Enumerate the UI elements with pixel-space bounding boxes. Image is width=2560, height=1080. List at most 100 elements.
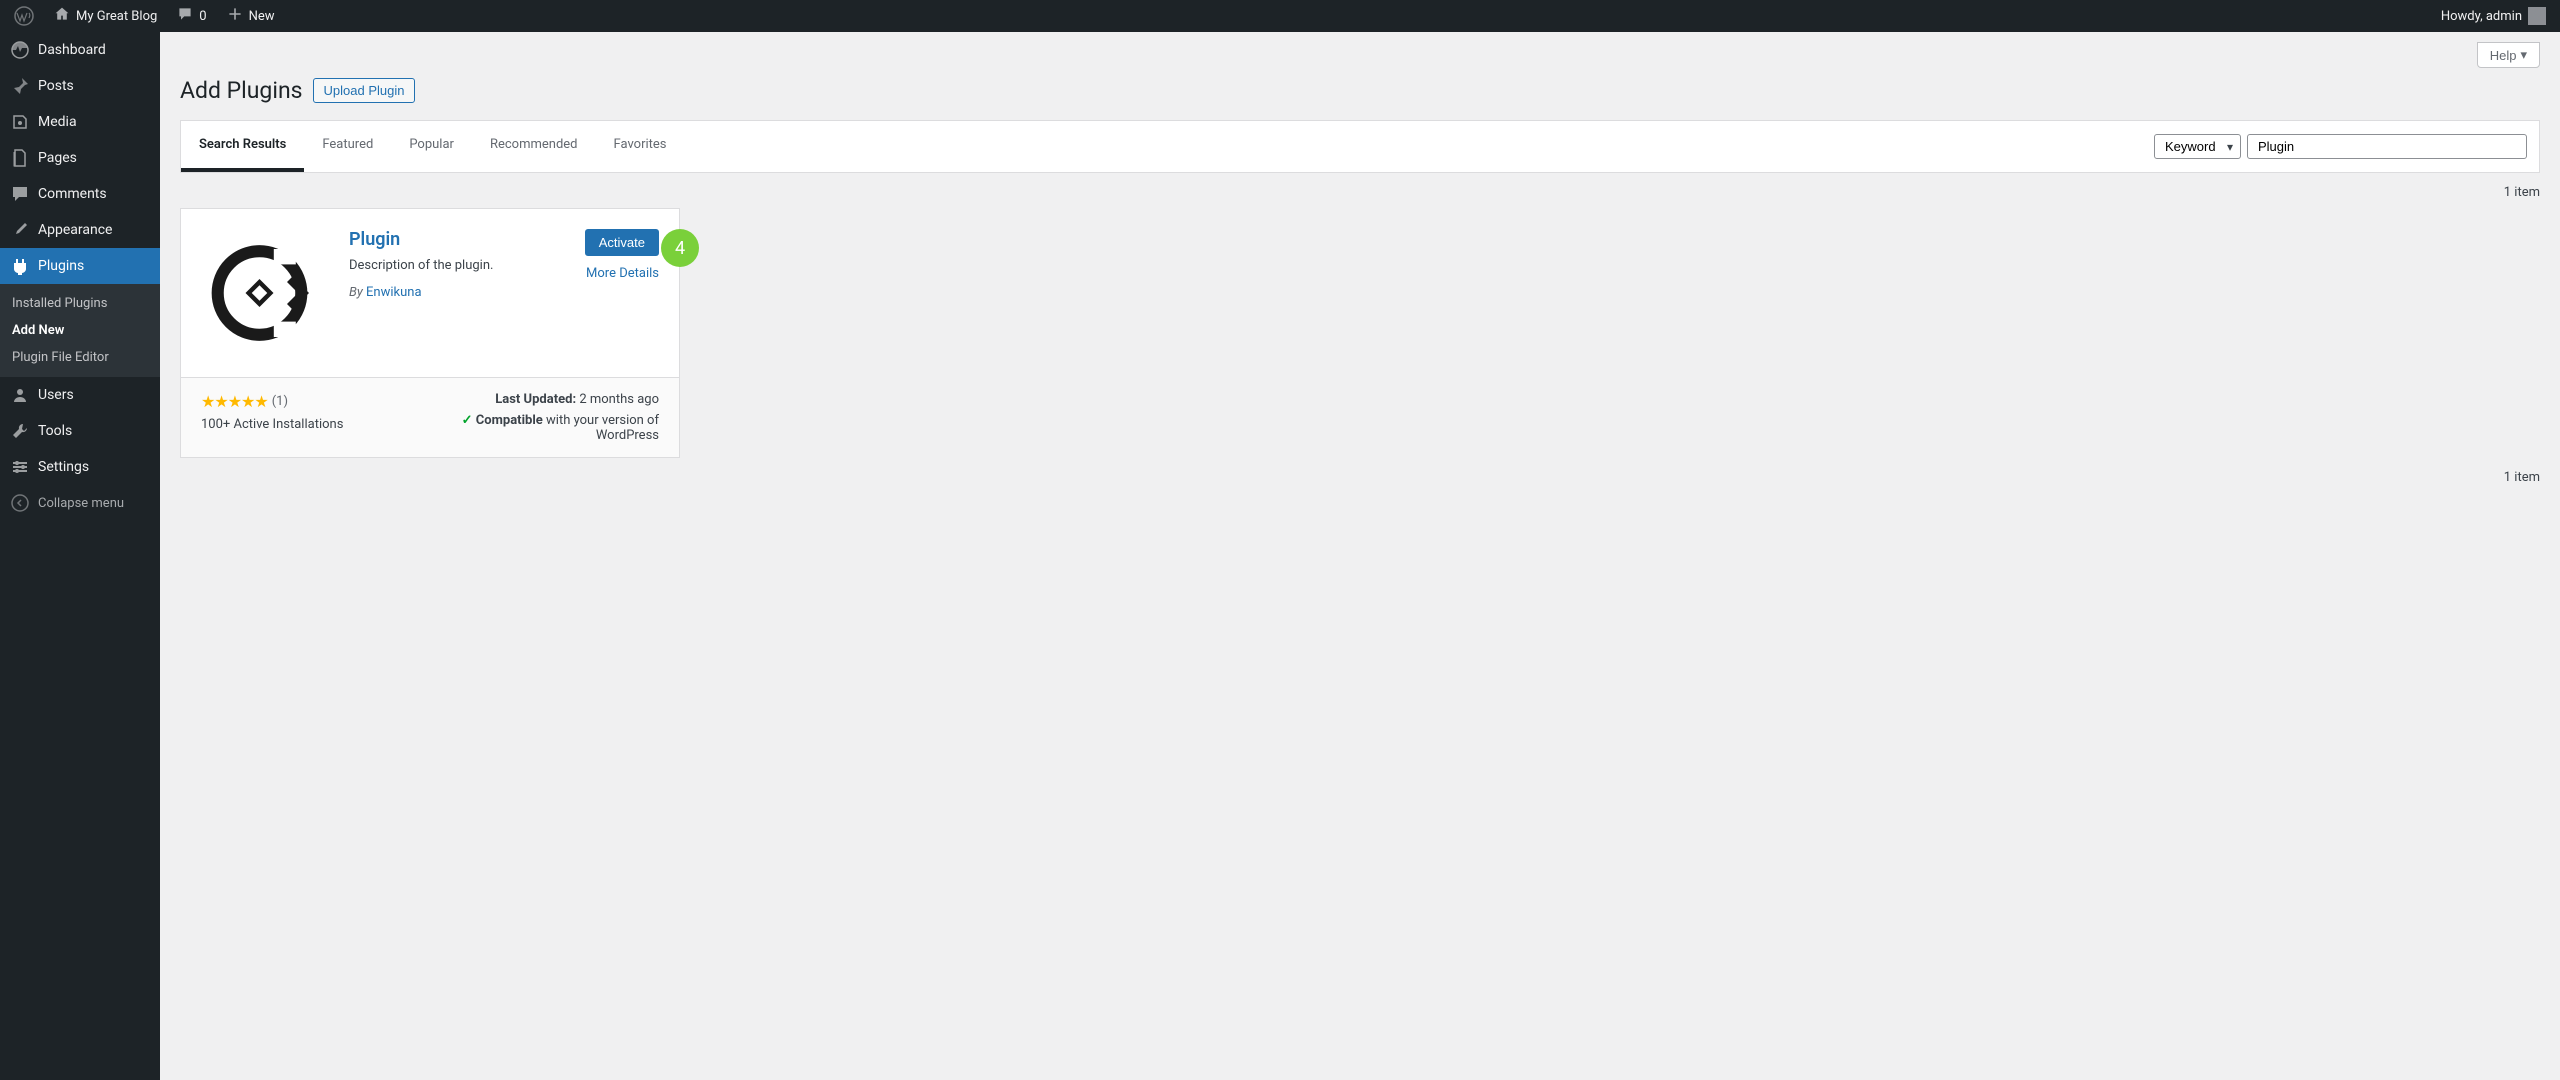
tab-featured[interactable]: Featured <box>304 121 391 172</box>
sidebar-label: Appearance <box>38 222 112 238</box>
plugin-description: Description of the plugin. <box>349 258 565 273</box>
tools-icon <box>10 421 30 441</box>
site-name: My Great Blog <box>76 9 157 24</box>
sidebar-item-tools[interactable]: Tools <box>0 413 160 449</box>
home-icon <box>54 6 70 26</box>
updated-label: Last Updated: <box>495 392 576 407</box>
compat-text: with your version of WordPress <box>543 413 659 443</box>
item-count-top: 1 item <box>160 173 2560 208</box>
avatar <box>2528 7 2546 25</box>
search-type-select[interactable]: Keyword <box>2154 134 2241 159</box>
sidebar-item-plugins[interactable]: Plugins <box>0 248 160 284</box>
account-link[interactable]: Howdy, admin <box>2433 0 2554 32</box>
check-icon: ✓ <box>462 413 473 428</box>
sidebar-item-posts[interactable]: Posts <box>0 68 160 104</box>
active-installations: 100+ Active Installations <box>201 417 343 432</box>
admin-bar: My Great Blog 0 New Howdy, admin <box>0 0 2560 32</box>
sidebar-label: Posts <box>38 78 74 94</box>
main-content: Help ▾ Add Plugins Upload Plugin Search … <box>160 32 2560 493</box>
compat-label: Compatible <box>476 413 543 428</box>
card-bottom-left: ★★★★★ (1) 100+ Active Installations <box>201 392 343 443</box>
site-name-link[interactable]: My Great Blog <box>46 0 165 32</box>
sidebar-item-appearance[interactable]: Appearance <box>0 212 160 248</box>
plugin-logo <box>201 229 329 357</box>
sidebar-label: Users <box>38 387 74 403</box>
tab-search-results[interactable]: Search Results <box>181 121 304 172</box>
collapse-menu[interactable]: Collapse menu <box>0 485 160 521</box>
pages-icon <box>10 148 30 168</box>
plugin-grid: 4 Plugin Description of the plugin. <box>160 208 2560 458</box>
plugin-info: Plugin Description of the plugin. By Enw… <box>349 229 565 357</box>
by-text: By <box>349 285 366 300</box>
compatibility: ✓ Compatible with your version of WordPr… <box>459 413 659 443</box>
comments-link[interactable]: 0 <box>169 0 214 32</box>
comments-count: 0 <box>199 9 206 24</box>
howdy-text: Howdy, admin <box>2441 9 2522 24</box>
collapse-label: Collapse menu <box>38 496 124 511</box>
plugin-icon <box>10 256 30 276</box>
tab-recommended[interactable]: Recommended <box>472 121 596 172</box>
sidebar-item-dashboard[interactable]: Dashboard <box>0 32 160 68</box>
filter-search: Keyword <box>2142 121 2539 172</box>
submenu-installed-plugins[interactable]: Installed Plugins <box>0 290 160 317</box>
sidebar-item-comments[interactable]: Comments <box>0 176 160 212</box>
star-icons: ★★★★★ <box>201 392 268 411</box>
sidebar-label: Comments <box>38 186 107 202</box>
updated-value: 2 months ago <box>576 392 659 407</box>
filter-tabs: Search Results Featured Popular Recommen… <box>181 121 685 172</box>
help-wrapper: Help ▾ <box>160 32 2560 68</box>
collapse-icon <box>10 493 30 513</box>
comment-icon <box>10 184 30 204</box>
dashboard-icon <box>10 40 30 60</box>
help-label: Help <box>2490 48 2517 63</box>
plus-icon <box>227 6 243 26</box>
page-header: Add Plugins Upload Plugin <box>160 68 2560 108</box>
sidebar-item-settings[interactable]: Settings <box>0 449 160 485</box>
rating-count: (1) <box>272 394 288 409</box>
upload-plugin-button[interactable]: Upload Plugin <box>313 78 416 103</box>
admin-bar-right: Howdy, admin <box>2433 0 2554 32</box>
settings-icon <box>10 457 30 477</box>
search-input[interactable] <box>2247 134 2527 159</box>
tab-popular[interactable]: Popular <box>391 121 472 172</box>
users-icon <box>10 385 30 405</box>
tab-favorites[interactable]: Favorites <box>596 121 685 172</box>
sidebar-item-pages[interactable]: Pages <box>0 140 160 176</box>
sidebar-label: Tools <box>38 423 72 439</box>
wordpress-icon <box>14 6 34 26</box>
submenu-plugin-editor[interactable]: Plugin File Editor <box>0 344 160 371</box>
sidebar-item-media[interactable]: Media <box>0 104 160 140</box>
plugin-card-top: Plugin Description of the plugin. By Enw… <box>181 209 679 377</box>
plugins-submenu: Installed Plugins Add New Plugin File Ed… <box>0 284 160 377</box>
sidebar-item-users[interactable]: Users <box>0 377 160 413</box>
media-icon <box>10 112 30 132</box>
plugin-card-bottom: ★★★★★ (1) 100+ Active Installations Last… <box>181 377 679 457</box>
new-content-link[interactable]: New <box>219 0 283 32</box>
step-badge: 4 <box>661 229 699 267</box>
plugin-actions: Activate More Details <box>585 229 659 357</box>
sidebar-label: Plugins <box>38 258 84 274</box>
plugin-name-link[interactable]: Plugin <box>349 229 565 250</box>
more-details-link[interactable]: More Details <box>586 266 659 281</box>
sidebar-label: Dashboard <box>38 42 106 58</box>
filter-bar: Search Results Featured Popular Recommen… <box>180 120 2540 173</box>
sidebar-label: Media <box>38 114 77 130</box>
pin-icon <box>10 76 30 96</box>
search-type-wrap: Keyword <box>2154 134 2241 159</box>
rating: ★★★★★ (1) <box>201 392 343 411</box>
plugin-author: By Enwikuna <box>349 285 565 300</box>
comment-icon <box>177 6 193 26</box>
author-link[interactable]: Enwikuna <box>366 285 422 300</box>
chevron-down-icon: ▾ <box>2520 47 2527 63</box>
item-count-bottom: 1 item <box>160 458 2560 493</box>
wp-logo[interactable] <box>6 0 42 32</box>
submenu-add-new[interactable]: Add New <box>0 317 160 344</box>
plugin-card: 4 Plugin Description of the plugin. <box>180 208 680 458</box>
sidebar-label: Settings <box>38 459 89 475</box>
admin-sidebar: Dashboard Posts Media Pages Comments App… <box>0 32 160 1080</box>
card-bottom-right: Last Updated: 2 months ago ✓ Compatible … <box>459 392 659 443</box>
help-button[interactable]: Help ▾ <box>2477 42 2540 68</box>
activate-button[interactable]: Activate <box>585 229 659 256</box>
admin-bar-left: My Great Blog 0 New <box>6 0 283 32</box>
sidebar-label: Pages <box>38 150 77 166</box>
